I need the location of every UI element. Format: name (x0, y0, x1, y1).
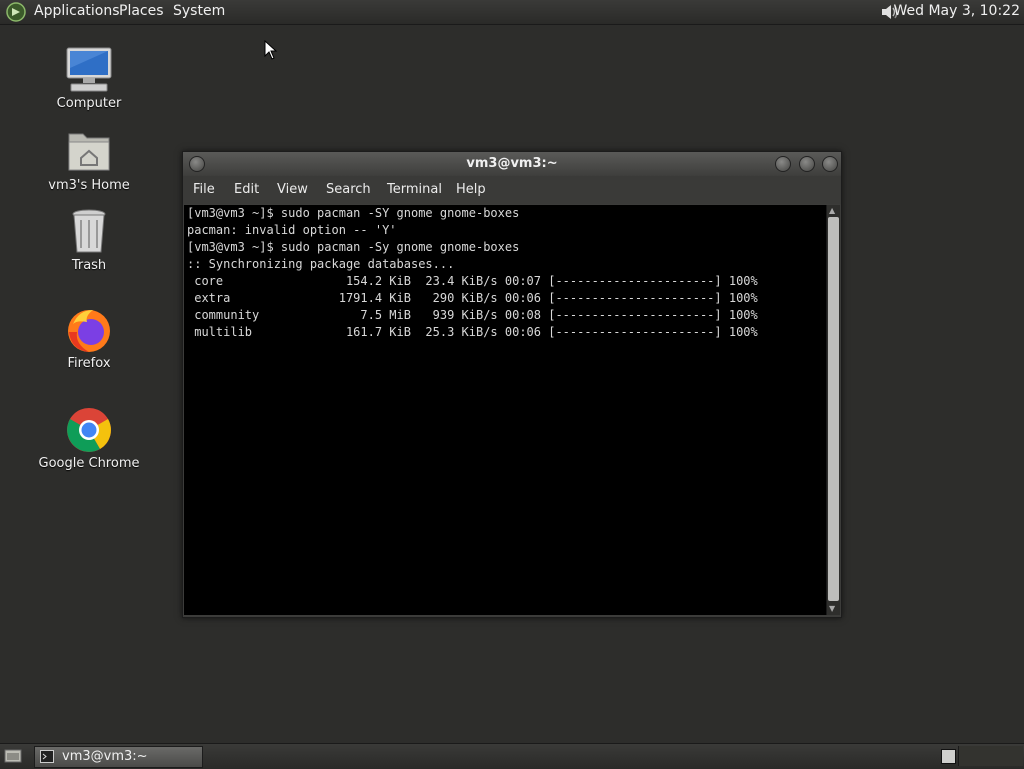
window-title: vm3@vm3:~ (466, 156, 558, 171)
menu-file[interactable]: File (193, 182, 215, 197)
scrollbar-thumb[interactable] (828, 217, 839, 601)
menu-system[interactable]: System (173, 3, 225, 19)
menu-view[interactable]: View (277, 182, 308, 197)
show-desktop-icon[interactable] (4, 748, 22, 764)
terminal-line: multilib 161.7 KiB 25.3 KiB/s 00:06 [---… (187, 325, 758, 339)
home-folder-icon (68, 133, 110, 171)
workspace-switcher-1[interactable] (941, 749, 956, 764)
terminal-icon (40, 750, 54, 763)
bottom-panel: vm3@vm3:~ (0, 743, 1024, 769)
mouse-cursor-icon (264, 40, 278, 60)
menu-terminal[interactable]: Terminal (387, 182, 442, 197)
trash-icon (72, 209, 106, 253)
top-panel: Applications Places System Wed May 3, 10… (0, 0, 1024, 25)
terminal-line: :: Synchronizing package databases... (187, 257, 455, 271)
desktop-icon-firefox[interactable]: Firefox (29, 306, 149, 371)
terminal-line: core 154.2 KiB 23.4 KiB/s 00:07 [-------… (187, 274, 758, 288)
firefox-icon (68, 310, 110, 352)
terminal-line: [vm3@vm3 ~]$ sudo pacman -SY gnome gnome… (187, 206, 520, 220)
desktop-icon-label: Trash (71, 258, 107, 273)
desktop-icon-label: Google Chrome (38, 456, 140, 471)
window-menu-button[interactable] (189, 156, 205, 172)
desktop-icon-label: Firefox (67, 356, 111, 371)
terminal-line: community 7.5 MiB 939 KiB/s 00:08 [-----… (187, 308, 758, 322)
terminal-scrollbar[interactable]: ▲ ▼ (826, 205, 840, 615)
taskbar-window-button[interactable]: vm3@vm3:~ (34, 746, 203, 768)
menu-search[interactable]: Search (326, 182, 371, 197)
menu-applications[interactable]: Applications (34, 3, 120, 19)
workspace-switcher-2[interactable] (958, 746, 1023, 766)
desktop-icon-chrome[interactable]: Google Chrome (29, 406, 149, 471)
terminal-line: extra 1791.4 KiB 290 KiB/s 00:06 [------… (187, 291, 758, 305)
menu-places[interactable]: Places (119, 3, 164, 19)
desktop-icon-trash[interactable]: Trash (29, 208, 149, 273)
terminal-line: [vm3@vm3 ~]$ sudo pacman -Sy gnome gnome… (187, 240, 520, 254)
computer-icon (66, 47, 112, 92)
mint-logo-icon[interactable] (6, 2, 26, 22)
desktop-icon-computer[interactable]: Computer (29, 46, 149, 111)
terminal-output[interactable]: [vm3@vm3 ~]$ sudo pacman -SY gnome gnome… (184, 205, 826, 615)
close-button[interactable] (822, 156, 838, 172)
window-titlebar[interactable]: vm3@vm3:~ (183, 152, 841, 176)
clock[interactable]: Wed May 3, 10:22 (893, 3, 1020, 19)
maximize-button[interactable] (799, 156, 815, 172)
desktop-icon-label: vm3's Home (48, 178, 130, 193)
taskbar-window-label: vm3@vm3:~ (62, 749, 148, 764)
desktop-icon-label: Computer (56, 96, 122, 111)
minimize-button[interactable] (775, 156, 791, 172)
chrome-icon (67, 408, 111, 452)
terminal-menubar: File Edit View Search Terminal Help (183, 176, 841, 204)
terminal-line: pacman: invalid option -- 'Y' (187, 223, 397, 237)
terminal-window[interactable]: vm3@vm3:~ File Edit View Search Terminal… (182, 151, 842, 618)
menu-help[interactable]: Help (456, 182, 486, 197)
scroll-down-icon[interactable]: ▼ (829, 604, 835, 614)
scroll-up-icon[interactable]: ▲ (829, 206, 835, 216)
desktop-icon-home[interactable]: vm3's Home (29, 128, 149, 193)
menu-edit[interactable]: Edit (234, 182, 259, 197)
